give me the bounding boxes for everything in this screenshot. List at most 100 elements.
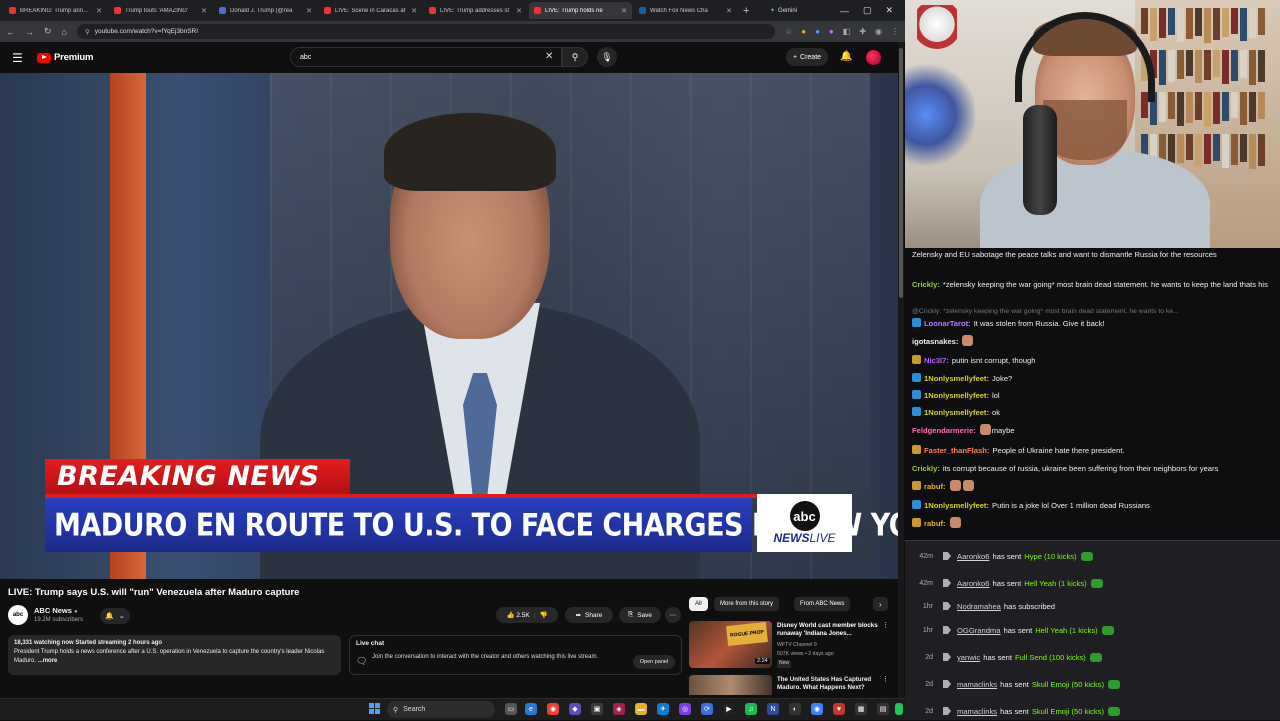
tab-gemini[interactable]: ✦ Gemini: [770, 3, 830, 18]
save-button[interactable]: ⎘ Save: [619, 607, 661, 623]
app-icon[interactable]: ◐: [789, 703, 801, 715]
notifications-bell-icon[interactable]: 🔔: [840, 51, 852, 62]
site-info-icon[interactable]: ⚲: [85, 28, 90, 36]
app-icon[interactable]: N: [767, 703, 779, 715]
taskbar-search[interactable]: ⚲ Search: [387, 701, 495, 718]
close-tab-icon[interactable]: ✕: [96, 7, 102, 15]
subscription-bell-button[interactable]: 🔔 ⌄: [100, 608, 130, 624]
app-icon[interactable]: [895, 703, 903, 715]
share-button[interactable]: ➦ Share: [565, 607, 613, 623]
video-player[interactable]: BREAKING NEWS MADURO EN ROUTE TO U.S. TO…: [0, 73, 900, 579]
chat-username[interactable]: Feldgendarmerie:: [912, 426, 976, 435]
recommended-channel[interactable]: WFTV Channel 9: [777, 642, 817, 648]
chip-more-from-story[interactable]: More from this story: [714, 597, 780, 611]
event-username[interactable]: yanwic: [957, 653, 980, 662]
like-button[interactable]: 👍 2.5K: [506, 611, 529, 619]
app-icon[interactable]: ▦: [855, 703, 867, 715]
browser-tab[interactable]: Watch Fox News Cha ✕: [634, 2, 737, 19]
app-icon[interactable]: ▶: [723, 703, 735, 715]
recommended-thumbnail[interactable]: ROGUE PROP 2:24: [689, 621, 772, 668]
app-icon[interactable]: ◈: [613, 703, 625, 715]
youtube-premium-logo[interactable]: Premium: [37, 52, 93, 63]
close-tab-icon[interactable]: ✕: [411, 7, 417, 15]
chat-username[interactable]: Crickly:: [912, 280, 940, 289]
hamburger-menu-icon[interactable]: ☰: [12, 51, 23, 65]
chat-username[interactable]: LoonarTarot:: [924, 319, 971, 328]
chat-username[interactable]: Nic3l7:: [924, 356, 949, 365]
chip-all[interactable]: All: [689, 597, 708, 611]
app-icon[interactable]: ♥: [833, 703, 845, 715]
extension-icon[interactable]: ●: [829, 27, 834, 36]
channel-avatar[interactable]: abc: [8, 605, 28, 625]
close-tab-icon[interactable]: ✕: [621, 7, 627, 15]
app-icon[interactable]: ✈: [657, 703, 669, 715]
search-input[interactable]: abc: [290, 47, 562, 67]
account-avatar[interactable]: [866, 50, 881, 65]
browser-tab[interactable]: LIVE: Trump holds ne ✕: [529, 2, 632, 19]
event-username[interactable]: Aaronko6: [957, 579, 990, 588]
close-tab-icon[interactable]: ✕: [726, 7, 732, 15]
event-username[interactable]: mamaclinks: [957, 707, 997, 716]
scrollbar-thumb[interactable]: [899, 48, 903, 298]
app-icon[interactable]: ▤: [877, 703, 889, 715]
kebab-menu-icon[interactable]: ⋮: [882, 675, 889, 683]
browser-tab[interactable]: Donald J. Trump (@rea ✕: [214, 2, 317, 19]
create-button[interactable]: + Create: [786, 48, 828, 66]
event-username[interactable]: OGGrandma: [957, 626, 1000, 635]
recommended-title[interactable]: Disney World cast member blocks runaway …: [777, 622, 881, 638]
extensions-puzzle-icon[interactable]: ✚: [859, 27, 866, 36]
thumbs-down-icon[interactable]: 👎: [539, 611, 547, 619]
profile-icon[interactable]: ◉: [875, 27, 882, 36]
chat-username[interactable]: rabuf:: [924, 519, 946, 528]
chrome-icon[interactable]: ◉: [547, 703, 559, 715]
url-field[interactable]: ⚲ youtube.com/watch?v=fYqEj3bnSRI: [76, 24, 776, 39]
app-icon[interactable]: ▣: [591, 703, 603, 715]
file-explorer-icon[interactable]: ▬: [635, 703, 647, 715]
close-tab-icon[interactable]: ✕: [516, 7, 522, 15]
back-icon[interactable]: ←: [6, 27, 15, 37]
event-username[interactable]: mamaclinks: [957, 680, 997, 689]
search-button[interactable]: ⚲: [562, 47, 588, 67]
clear-search-icon[interactable]: ✕: [545, 51, 553, 62]
chat-username[interactable]: igotasnakes:: [912, 337, 958, 346]
close-tab-icon[interactable]: ✕: [201, 7, 207, 15]
chevron-right-icon[interactable]: ›: [873, 597, 888, 611]
more-actions-button[interactable]: ⋯: [665, 607, 681, 623]
chat-username[interactable]: Faster_thanFlash:: [924, 446, 989, 455]
open-panel-button[interactable]: Open panel: [633, 655, 675, 669]
kebab-menu-icon[interactable]: ⋮: [891, 27, 899, 36]
chat-username[interactable]: 1Nonlysmellyfeet:: [924, 374, 989, 383]
event-username[interactable]: Nodramahea: [957, 602, 1001, 611]
extension-icon[interactable]: ◧: [843, 27, 851, 36]
kebab-menu-icon[interactable]: ⋮: [882, 621, 889, 629]
chat-username[interactable]: rabuf:: [924, 482, 946, 491]
browser-tab[interactable]: LIVE: Scene in Caracas af ✕: [319, 2, 422, 19]
app-icon[interactable]: ◉: [811, 703, 823, 715]
browser-tab[interactable]: BREAKING: Trump announ ✕: [4, 2, 107, 19]
chat-username[interactable]: Crickly:: [912, 464, 940, 473]
app-icon[interactable]: ◆: [569, 703, 581, 715]
bookmark-star-icon[interactable]: ☆: [785, 27, 792, 36]
voice-search-button[interactable]: 🎙: [597, 47, 617, 67]
maximize-icon[interactable]: ▢: [863, 5, 872, 16]
chip-from-abc-news[interactable]: From ABC News: [794, 597, 851, 611]
app-icon[interactable]: ◎: [679, 703, 691, 715]
close-window-icon[interactable]: ✕: [886, 5, 894, 16]
channel-name[interactable]: ABC News ●: [34, 606, 78, 615]
forward-icon[interactable]: →: [25, 27, 34, 37]
app-icon[interactable]: ⟳: [701, 703, 713, 715]
new-tab-button[interactable]: +: [743, 5, 749, 17]
description-box[interactable]: 18,331 watching now Started streaming 2 …: [8, 635, 341, 675]
chat-username[interactable]: 1Nonlysmellyfeet:: [924, 408, 989, 417]
edge-icon[interactable]: e: [525, 703, 537, 715]
extension-icon[interactable]: ●: [815, 27, 820, 36]
extension-icon[interactable]: ●: [801, 27, 806, 36]
recommended-title[interactable]: The United States Has Captured Maduro. W…: [777, 676, 881, 692]
recommended-thumbnail[interactable]: [689, 675, 772, 695]
close-tab-icon[interactable]: ✕: [306, 7, 312, 15]
browser-tab[interactable]: LIVE: Trump addresses st ✕: [424, 2, 527, 19]
event-username[interactable]: Aaronko6: [957, 552, 990, 561]
show-more-link[interactable]: ...more: [38, 658, 58, 664]
minimize-icon[interactable]: —: [840, 6, 849, 16]
chat-username[interactable]: 1Nonlysmellyfeet:: [924, 501, 989, 510]
